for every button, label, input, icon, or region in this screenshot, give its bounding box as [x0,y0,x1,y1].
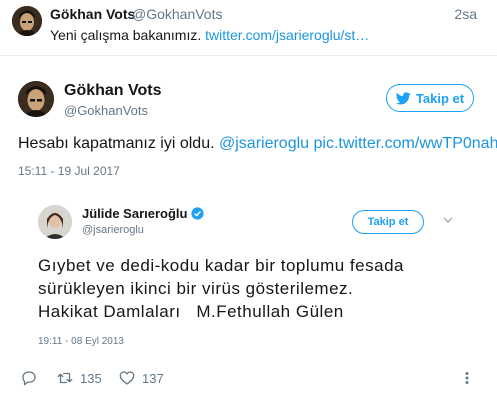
retweet-icon [57,372,73,384]
embedded-line: Hakikat Damlaları M.Fethullah Gülen [38,302,344,321]
tweet-actions: 135 137 [0,364,497,394]
avatar[interactable] [18,81,54,117]
retweet-button[interactable]: 135 [56,369,102,387]
follow-button[interactable]: Takip et [386,84,474,112]
like-count: 137 [142,370,164,386]
retweet-count: 135 [80,370,102,386]
tweet-link[interactable]: twitter.com/jsarieroglu/st… [205,27,369,43]
verified-icon [191,207,205,220]
embedded-follow-button: Takip et [352,210,424,234]
twitter-bird-icon [395,91,411,104]
reply-icon [22,371,36,386]
author-name[interactable]: Gökhan Vots [64,82,162,100]
reply-button[interactable] [20,369,38,387]
tweet-text-body: Yeni çalışma bakanımız. [50,27,202,43]
like-button[interactable]: 137 [118,369,164,387]
avatar [38,205,72,239]
author-handle[interactable]: @GokhanVots [64,103,148,118]
tweet-time[interactable]: 2sa [454,6,477,22]
author-name[interactable]: Gökhan Vots [50,6,135,22]
pic-link[interactable]: pic.twitter.com/wwTP0nahsn [314,135,497,152]
mention-link[interactable]: @jsarieroglu [219,135,309,152]
embedded-tweet-image[interactable]: Jülide Sarıeroğlu @jsarieroglu Takip et … [18,192,494,352]
author-handle[interactable]: @GokhanVots [132,6,223,22]
tweet-text: Yeni çalışma bakanımız. twitter.com/jsar… [50,27,369,43]
heart-icon [119,371,135,385]
embedded-timestamp: 19:11 - 08 Eyl 2013 [38,336,124,347]
follow-label: Takip et [415,90,465,106]
embedded-author-name: Jülide Sarıeroğlu [82,206,205,221]
embedded-author-handle: @jsarieroglu [82,224,144,236]
chevron-down-icon [443,217,453,224]
more-options-button[interactable] [458,369,476,387]
tweet-text: Hesabı kapatmanız iyi oldu. @jsarieroglu… [18,135,497,153]
tweet-timestamp[interactable]: 15:11 - 19 Jul 2017 [18,164,120,178]
top-tweet[interactable]: Gökhan Vots @GokhanVots 2sa Yeni çalışma… [0,0,497,56]
tweet-text-body: Hesabı kapatmanız iyi oldu. [18,135,215,152]
more-icon [465,372,469,384]
avatar[interactable] [12,6,42,36]
embedded-line: sürükleyen ikinci bir virüs gösterilemez… [38,279,354,298]
embedded-author-name-text: Jülide Sarıeroğlu [82,206,188,221]
embedded-line: Gıybet ve dedi-kodu kadar bir toplumu fe… [38,256,404,275]
embedded-tweet-text: Gıybet ve dedi-kodu kadar bir toplumu fe… [38,254,478,323]
